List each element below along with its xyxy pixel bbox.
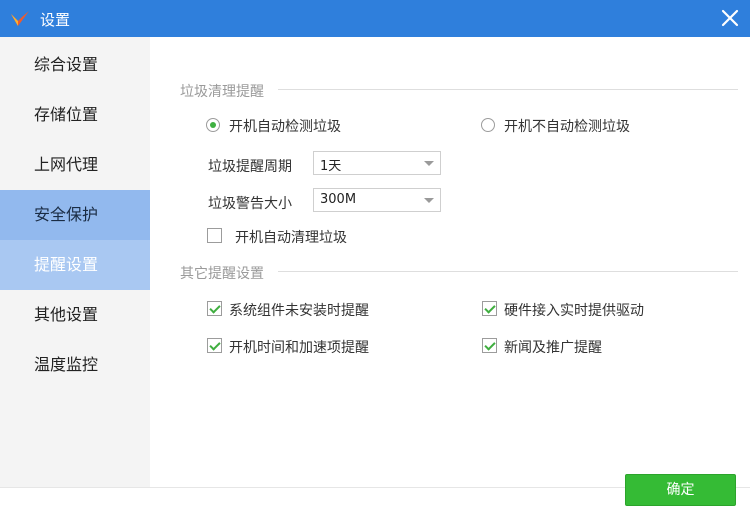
- close-icon[interactable]: [716, 4, 744, 32]
- hardware-driver-label[interactable]: 硬件接入实时提供驱动: [504, 300, 644, 320]
- boot-time-checkbox[interactable]: [207, 338, 222, 353]
- sidebar-item-storage[interactable]: 存储位置: [0, 90, 150, 140]
- junk-section-divider: [278, 89, 738, 90]
- period-select[interactable]: 1天: [313, 151, 441, 175]
- period-label: 垃圾提醒周期: [208, 159, 292, 175]
- sidebar-item-security[interactable]: 安全保护: [0, 190, 150, 240]
- boot-time-label[interactable]: 开机时间和加速项提醒: [229, 337, 369, 357]
- other-section-title: 其它提醒设置: [180, 266, 264, 282]
- hardware-driver-checkbox[interactable]: [482, 301, 497, 316]
- auto-detect-radio[interactable]: [206, 118, 220, 132]
- ok-button[interactable]: 确定: [625, 474, 736, 506]
- auto-clean-label[interactable]: 开机自动清理垃圾: [235, 227, 347, 247]
- chevron-down-icon: [424, 198, 434, 203]
- size-select[interactable]: 300M: [313, 188, 441, 212]
- size-select-value: 300M: [320, 192, 357, 207]
- period-select-value: 1天: [320, 159, 342, 174]
- news-promo-label[interactable]: 新闻及推广提醒: [504, 337, 602, 357]
- sidebar-item-proxy[interactable]: 上网代理: [0, 140, 150, 190]
- no-auto-detect-label[interactable]: 开机不自动检测垃圾: [504, 116, 630, 136]
- other-section-divider: [278, 271, 738, 272]
- auto-detect-label[interactable]: 开机自动检测垃圾: [229, 116, 341, 136]
- sidebar-item-reminders[interactable]: 提醒设置: [0, 240, 150, 290]
- component-missing-label[interactable]: 系统组件未安装时提醒: [229, 300, 369, 320]
- app-logo-icon: [11, 11, 29, 26]
- component-missing-checkbox[interactable]: [207, 301, 222, 316]
- news-promo-checkbox[interactable]: [482, 338, 497, 353]
- title-bar: 设置: [0, 0, 750, 37]
- size-label: 垃圾警告大小: [208, 196, 292, 212]
- no-auto-detect-radio[interactable]: [481, 118, 495, 132]
- window-title: 设置: [40, 11, 71, 29]
- junk-section-title: 垃圾清理提醒: [180, 84, 264, 100]
- settings-sidebar: 综合设置 存储位置 上网代理 安全保护 提醒设置 其他设置 温度监控: [0, 37, 150, 487]
- auto-clean-checkbox[interactable]: [207, 228, 222, 243]
- sidebar-item-other[interactable]: 其他设置: [0, 290, 150, 340]
- sidebar-item-general[interactable]: 综合设置: [0, 40, 150, 90]
- chevron-down-icon: [424, 161, 434, 166]
- sidebar-item-temperature[interactable]: 温度监控: [0, 340, 150, 390]
